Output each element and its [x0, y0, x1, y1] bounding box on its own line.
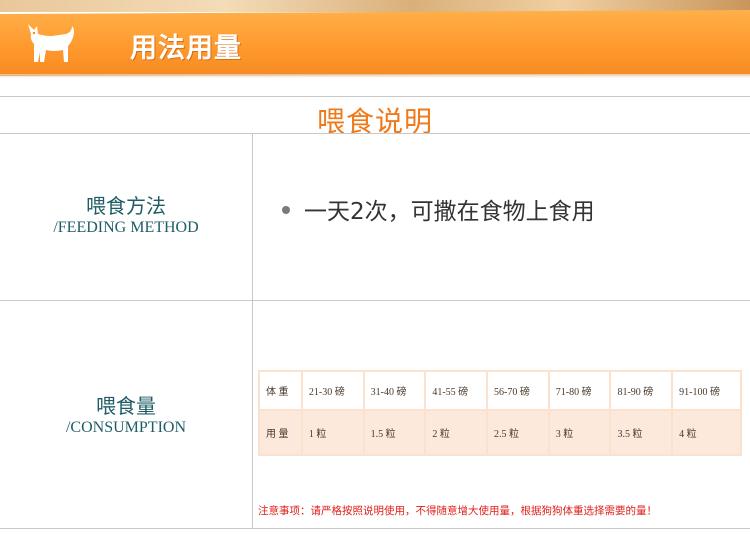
- table-cell: 4 粒: [671, 408, 742, 457]
- table-row-weight: 体 重 21-30 磅 31-40 磅 41-55 磅 56-70 磅 71-8…: [258, 370, 742, 411]
- dog-silhouette-icon: [22, 14, 78, 64]
- table-cell: 2.5 粒: [486, 408, 550, 457]
- table-cell: 71-80 磅: [547, 370, 612, 411]
- consumption-label: 喂食量 /CONSUMPTION: [0, 394, 252, 438]
- banner-shadow: [0, 74, 750, 78]
- feeding-method-label-en: /FEEDING METHOD: [53, 219, 199, 236]
- divider-row-1-top: [0, 133, 750, 134]
- usage-note: 注意事项：请严格按照说明使用，不得随意增大使用量，根据狗狗体重选择需要的量！: [258, 506, 657, 517]
- header-photo-strip: [0, 0, 750, 12]
- section-title: 喂食说明: [316, 105, 433, 138]
- table-cell: 21-30 磅: [300, 370, 365, 411]
- table-cell: 41-55 磅: [424, 370, 489, 411]
- page-title: 用法用量: [130, 33, 242, 64]
- feeding-method-text: 一天2次，可撒在食物上食用: [282, 192, 595, 226]
- consumption-label-cn: 喂食量: [96, 394, 156, 418]
- feeding-method-content: 一天2次，可撒在食物上食用: [304, 199, 595, 225]
- table-row-dosage: 用 量 1 粒 1.5 粒 2 粒 2.5 粒 3 粒 3.5 粒 4 粒: [258, 408, 742, 457]
- table-cell: 81-90 磅: [609, 370, 674, 411]
- divider-bottom: [0, 528, 750, 529]
- divider-top: [0, 96, 750, 97]
- table-cell: 用 量: [258, 408, 303, 457]
- table-cell: 3.5 粒: [609, 408, 674, 457]
- divider-row-2-top: [0, 300, 750, 301]
- table-cell: 56-70 磅: [486, 370, 550, 411]
- consumption-label-en: /CONSUMPTION: [65, 419, 186, 436]
- dosage-table: 体 重 21-30 磅 31-40 磅 41-55 磅 56-70 磅 71-8…: [258, 370, 742, 457]
- divider-column: [252, 133, 253, 528]
- table-cell: 1.5 粒: [362, 408, 427, 457]
- table-cell: 91-100 磅: [671, 370, 742, 411]
- bullet-icon: [282, 205, 290, 214]
- table-cell: 2 粒: [424, 408, 489, 457]
- header-banner: [0, 10, 750, 76]
- table-cell: 1 粒: [300, 408, 365, 457]
- feeding-method-label: 喂食方法 /FEEDING METHOD: [0, 194, 252, 238]
- table-cell: 31-40 磅: [362, 370, 427, 411]
- table-cell: 体 重: [258, 370, 303, 411]
- table-cell: 3 粒: [547, 408, 612, 457]
- feeding-method-label-cn: 喂食方法: [86, 194, 166, 218]
